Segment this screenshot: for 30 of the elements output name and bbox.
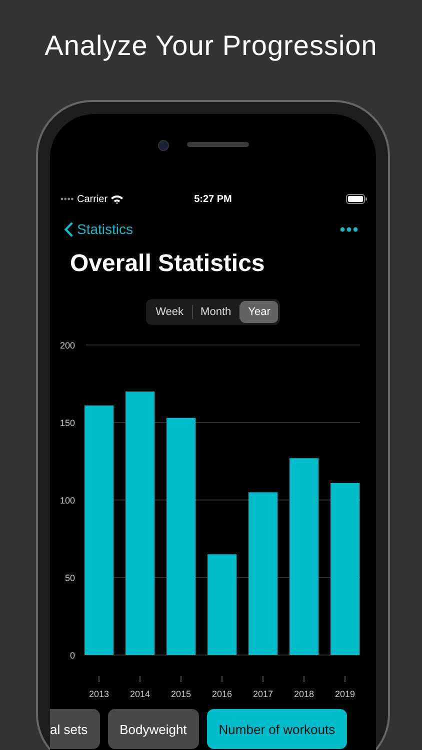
metric-chip[interactable]: Number of workouts	[206, 709, 348, 749]
back-button[interactable]: Statistics	[64, 221, 134, 237]
battery-icon	[346, 194, 368, 204]
segment-tab[interactable]: Year	[240, 301, 278, 323]
axis-label: 200	[60, 340, 75, 350]
axis-label: 2017	[252, 689, 274, 699]
page-title: Overall Statistics	[70, 250, 266, 278]
camera-icon	[158, 140, 168, 151]
axis-label: 2019	[334, 689, 356, 699]
axis-label: 2014	[130, 689, 150, 699]
clock-time: 5:27 PM	[194, 194, 232, 204]
axis-label: 2016	[212, 689, 232, 699]
more-icon[interactable]	[340, 226, 358, 232]
axis-label: 100	[60, 496, 75, 506]
wifi-icon	[110, 194, 123, 204]
axis-label: 0	[70, 650, 75, 660]
axis-label: 50	[64, 573, 75, 583]
segment-tab[interactable]: Month	[192, 301, 240, 323]
axis-label: 2015	[170, 689, 192, 699]
metric-chip[interactable]: Bodyweight	[108, 709, 199, 749]
axis-label: 2013	[88, 689, 110, 699]
axis-label: 150	[60, 418, 75, 428]
segment-tab[interactable]: Week	[148, 301, 192, 323]
headline: Analyze Your Progression	[44, 30, 378, 62]
signal-icon	[60, 197, 74, 201]
metric-chip[interactable]: al sets	[50, 709, 100, 749]
chevron-left-icon	[64, 222, 73, 236]
axis-label: 2018	[294, 689, 314, 699]
carrier-label: Carrier	[77, 194, 108, 204]
speaker-grille	[186, 142, 248, 147]
